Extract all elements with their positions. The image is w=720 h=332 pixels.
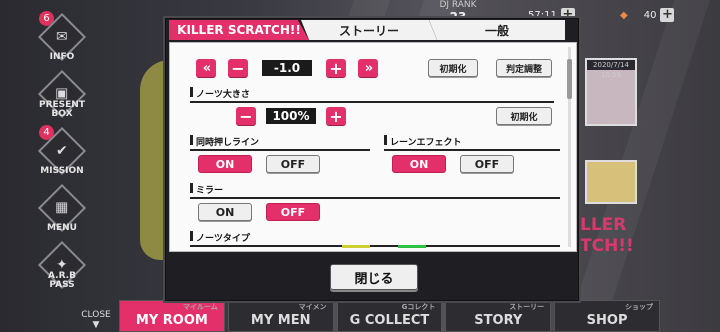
section-title: 同時押しライン (196, 137, 260, 148)
nav-g-collect[interactable]: Gコレクト G COLLECT (336, 300, 443, 332)
side-item-label: INFO (49, 52, 75, 62)
card-date: 2020/7/14 10:59 (587, 60, 635, 79)
mirror-on-toggle[interactable]: ON (198, 203, 252, 221)
lane-effect-off-toggle[interactable]: OFF (460, 155, 514, 173)
notes-size-reset-button[interactable]: 初期化 (496, 107, 552, 125)
lane-effect-on-toggle[interactable]: ON (392, 155, 446, 173)
close-dialog-button[interactable]: 閉じる (330, 264, 418, 290)
nav-sub-label: ストーリー (509, 303, 545, 311)
notes-size-header: ノーツ大きさ (190, 86, 560, 103)
tab-story[interactable]: ストーリー (301, 20, 437, 40)
notes-size-decrease-button[interactable]: − (236, 107, 256, 126)
chevron-down-icon: ▼ (92, 320, 100, 330)
timing-decrease-button[interactable]: − (228, 59, 248, 78)
event-card[interactable] (585, 160, 637, 204)
side-item-menu[interactable]: ▦ MENU (34, 179, 90, 236)
nav-my-room[interactable]: マイルーム MY ROOM (119, 300, 225, 332)
timing-increase-button[interactable]: + (326, 59, 346, 78)
side-menu: 6 ✉ INFO ▣ PRESENT BOX 4 ✔ MISSION ▦ MEN… (34, 8, 90, 293)
nav-sub-label: マイルーム (183, 303, 218, 311)
close-nav-button[interactable]: CLOSE ▼ (76, 310, 116, 330)
section-divider (190, 197, 560, 199)
timing-decrease-large-button[interactable]: « (196, 59, 216, 77)
section-title: ミラー (196, 185, 224, 196)
nav-label: SHOP (586, 313, 628, 328)
settings-panel[interactable]: « − -1.0 + » 初期化 判定調整 ノーツ大きさ − 100% + 初期… (169, 42, 577, 252)
settings-dialog: KILLER SCRATCH!! ストーリー 一般 « − -1.0 + » 初… (163, 16, 581, 303)
nav-label: STORY (474, 313, 523, 328)
side-item-label: A.R.B PASS (48, 271, 76, 290)
gem-display: ◆ 40 + (620, 5, 675, 25)
add-gem-button[interactable]: + (660, 8, 675, 22)
nav-label: G COLLECT (349, 313, 430, 328)
green-note-icon (398, 245, 426, 248)
side-item-present-box[interactable]: ▣ PRESENT BOX (34, 65, 90, 122)
judge-adjust-button[interactable]: 判定調整 (496, 59, 552, 77)
section-title: ノーツ大きさ (196, 89, 250, 100)
simultaneous-line-header: 同時押しライン (190, 134, 370, 151)
scrollbar-thumb[interactable] (567, 59, 572, 99)
nav-sub-label: マイメン (298, 303, 327, 311)
nav-my-men[interactable]: マイメン MY MEN (227, 300, 334, 332)
section-title: ノーツタイプ (196, 233, 250, 244)
gem-value: 40 (643, 9, 657, 21)
notes-size-value: 100% (266, 108, 316, 124)
mirror-header: ミラー (190, 182, 560, 199)
nav-sub-label: ショップ (624, 303, 653, 311)
side-item-info[interactable]: 6 ✉ INFO (34, 8, 90, 65)
bottom-nav: マイルーム MY ROOM マイメン MY MEN Gコレクト G COLLEC… (116, 300, 660, 332)
gem-icon: ◆ (620, 9, 628, 21)
settings-tabs: KILLER SCRATCH!! ストーリー 一般 (169, 20, 575, 40)
side-item-arb-pass[interactable]: ✦ A.R.B PASS (34, 236, 90, 293)
nav-label: MY MEN (250, 313, 311, 328)
timing-increase-large-button[interactable]: » (358, 59, 378, 77)
timing-reset-button[interactable]: 初期化 (428, 59, 478, 77)
notes-type-preview[interactable] (342, 245, 426, 251)
section-divider (190, 149, 370, 151)
section-title: レーンエフェクト (390, 137, 462, 148)
nav-shop[interactable]: ショップ SHOP (554, 300, 660, 332)
section-divider (190, 101, 554, 103)
timing-value: -1.0 (262, 60, 312, 76)
simultaneous-line-on-toggle[interactable]: ON (198, 155, 252, 173)
tab-general[interactable]: 一般 (429, 20, 565, 40)
nav-sub-label: Gコレクト (401, 303, 436, 311)
mirror-off-toggle[interactable]: OFF (266, 203, 320, 221)
side-item-label: MENU (47, 223, 77, 233)
notes-type-header: ノーツタイプ (190, 230, 560, 247)
event-card[interactable]: 2020/7/14 10:59 (585, 58, 637, 126)
lane-effect-header: レーンエフェクト (384, 134, 564, 151)
close-nav-label: CLOSE (81, 310, 111, 320)
section-divider (384, 149, 560, 151)
yellow-note-icon (342, 245, 370, 248)
side-item-mission[interactable]: 4 ✔ MISSION (34, 122, 90, 179)
side-item-label: MISSION (40, 166, 84, 176)
timing-row: « − -1.0 + » (196, 59, 378, 78)
simultaneous-line-off-toggle[interactable]: OFF (266, 155, 320, 173)
nav-label: MY ROOM (135, 313, 208, 328)
nav-story[interactable]: ストーリー STORY (445, 300, 552, 332)
dj-rank-label: DJ RANK (439, 0, 477, 10)
side-item-label: PRESENT BOX (39, 100, 85, 119)
promo-banner[interactable]: LLER TCH!! (580, 215, 640, 267)
notes-size-row: − 100% + (236, 107, 346, 126)
tab-killer-scratch[interactable]: KILLER SCRATCH!! (169, 20, 309, 40)
notes-size-increase-button[interactable]: + (326, 107, 346, 126)
